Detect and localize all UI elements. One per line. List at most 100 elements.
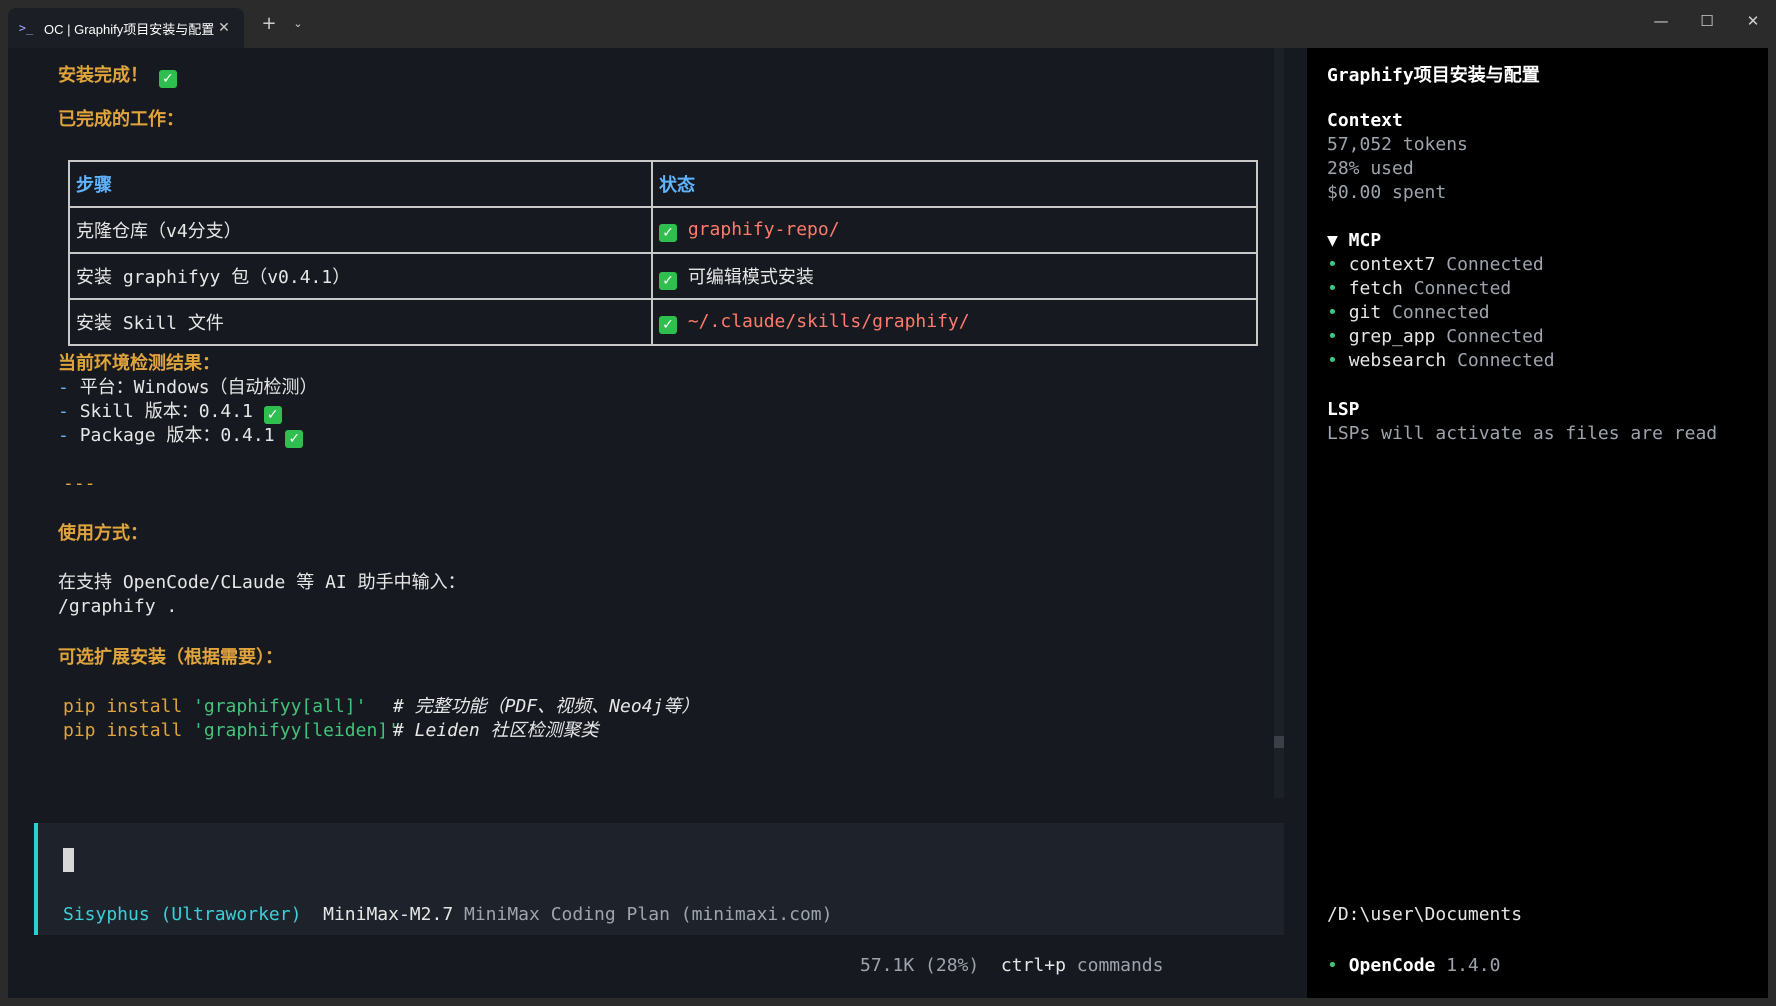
- check-icon: ✓: [285, 430, 304, 448]
- lsp-text: LSPs will activate as files are read: [1327, 423, 1718, 444]
- agent-name[interactable]: Sisyphus (Ultraworker): [63, 904, 301, 925]
- bullet-dash: -: [58, 425, 69, 446]
- check-icon: ✓: [158, 70, 177, 88]
- tab-title: OC | Graphify项目安装与配置: [44, 21, 214, 37]
- table-row: 安装 graphifyy 包（v0.4.1） ✓ 可编辑模式安装: [68, 252, 1258, 300]
- footer-status: 57.1K (28%) ctrl+p commands: [860, 953, 1163, 978]
- text-cursor: [63, 848, 74, 872]
- mcp-status: Connected: [1413, 278, 1512, 299]
- mcp-item: • websearch Connected: [1327, 348, 1555, 373]
- status-text: ~/.claude/skills/graphify/: [687, 310, 970, 332]
- shortcut-label[interactable]: commands: [1077, 955, 1164, 976]
- env-item: - 平台：Windows（自动检测）: [58, 375, 318, 400]
- pip-comment: # Leiden 社区检测聚类: [393, 720, 599, 741]
- scrollbar-thumb[interactable]: [1274, 736, 1284, 748]
- step-cell: 安装 graphifyy 包（v0.4.1）: [68, 252, 653, 300]
- bullet-dash: -: [58, 377, 69, 398]
- pip-line: pip install 'graphifyy[all]' # 完整功能（PDF、视…: [63, 694, 699, 719]
- status-text: 可编辑模式安装: [687, 266, 814, 288]
- mcp-status: Connected: [1457, 350, 1555, 371]
- maximize-button[interactable]: ☐: [1684, 4, 1730, 38]
- status-cell: ✓ graphify-repo/: [651, 206, 1258, 254]
- mcp-item: • fetch Connected: [1327, 276, 1511, 301]
- env-item-text: 平台：Windows（自动检测）: [79, 377, 318, 398]
- step-cell: 克隆仓库（v4分支）: [68, 206, 653, 254]
- tab-dropdown-icon[interactable]: ⌄: [287, 10, 309, 36]
- pip-pkg: 'graphifyy[leiden]': [193, 720, 399, 741]
- bullet-dot-icon: •: [1327, 254, 1338, 275]
- lsp-heading: LSP: [1327, 399, 1360, 420]
- app-version: 1.4.0: [1446, 955, 1501, 976]
- tab-active[interactable]: >_ OC | Graphify项目安装与配置 ✕: [8, 8, 244, 48]
- app-version-line: • OpenCode 1.4.0: [1327, 953, 1500, 978]
- table-row: 克隆仓库（v4分支） ✓ graphify-repo/: [68, 206, 1258, 254]
- mcp-status: Connected: [1446, 254, 1544, 275]
- table-row: 安装 Skill 文件 ✓ ~/.claude/skills/graphify/: [68, 298, 1258, 346]
- status-text: graphify-repo/: [687, 218, 840, 240]
- usage-command: /graphify .: [58, 596, 178, 617]
- mcp-item: • grep_app Connected: [1327, 324, 1544, 349]
- close-window-button[interactable]: ✕: [1730, 4, 1776, 38]
- context-spent: $0.00 spent: [1327, 182, 1447, 203]
- context-used: 28% used: [1327, 158, 1414, 179]
- env-item: - Package 版本：0.4.1 ✓: [58, 423, 304, 448]
- steps-table: 步骤 状态 克隆仓库（v4分支） ✓ graphify-repo/ 安装 gra…: [68, 160, 1258, 346]
- mcp-name: grep_app: [1348, 326, 1436, 347]
- context-tokens: 57,052 tokens: [1327, 134, 1468, 155]
- check-icon: ✓: [659, 315, 677, 334]
- header-status: 状态: [651, 160, 1258, 208]
- mcp-item: • context7 Connected: [1327, 252, 1544, 277]
- status-cell: ✓ ~/.claude/skills/graphify/: [651, 298, 1258, 346]
- bullet-dot-icon: •: [1327, 350, 1338, 371]
- pip-cmd: pip install: [63, 696, 194, 717]
- usage-line: 在支持 OpenCode/CLaude 等 AI 助手中输入：: [58, 572, 466, 593]
- agent-status-line: Sisyphus (Ultraworker) MiniMax-M2.7 Mini…: [63, 902, 832, 927]
- optional-heading: 可选扩展安装（根据需要）：: [58, 647, 283, 668]
- minimize-button[interactable]: —: [1638, 4, 1684, 38]
- check-icon: ✓: [659, 223, 677, 242]
- bullet-dot-icon: •: [1327, 278, 1338, 299]
- pip-line: pip install 'graphifyy[leiden]' # Leiden …: [63, 718, 599, 743]
- env-heading: 当前环境检测结果：: [58, 353, 220, 374]
- divider: ---: [63, 473, 96, 494]
- usage-stat: 57.1K (28%): [860, 955, 980, 976]
- install-done-text: 安装完成！: [58, 65, 148, 86]
- env-item-text: Skill 版本：0.4.1: [79, 401, 253, 422]
- scrollbar-track[interactable]: [1274, 48, 1284, 798]
- mcp-name: fetch: [1348, 278, 1403, 299]
- usage-heading: 使用方式：: [58, 523, 148, 544]
- env-item-text: Package 版本：0.4.1: [79, 425, 275, 446]
- mcp-name: git: [1348, 302, 1382, 323]
- chat-output: 安装完成！ ✓ 已完成的工作： 步骤 状态 克隆仓库（v4分支） ✓ graph…: [8, 48, 1284, 998]
- mcp-name: context7: [1348, 254, 1436, 275]
- app-name: OpenCode: [1348, 955, 1436, 976]
- terminal-icon: >_: [18, 21, 34, 35]
- table-header-row: 步骤 状态: [68, 160, 1258, 208]
- status-cell: ✓ 可编辑模式安装: [651, 252, 1258, 300]
- mcp-status: Connected: [1392, 302, 1490, 323]
- bullet-dash: -: [58, 401, 69, 422]
- prompt-accent-bar: [34, 823, 38, 935]
- mcp-heading[interactable]: ▼ MCP: [1327, 228, 1381, 253]
- model-name[interactable]: MiniMax-M2.7: [323, 904, 453, 925]
- step-cell: 安装 Skill 文件: [68, 298, 653, 346]
- sidebar: Graphify项目安装与配置 Context 57,052 tokens 28…: [1307, 48, 1768, 998]
- pip-comment: # 完整功能（PDF、视频、Neo4j等）: [393, 696, 700, 717]
- shortcut-key: ctrl+p: [1000, 955, 1066, 976]
- mcp-name: websearch: [1348, 350, 1447, 371]
- pip-pkg: 'graphifyy[all]': [193, 696, 367, 717]
- mcp-status: Connected: [1446, 326, 1544, 347]
- sidebar-title: Graphify项目安装与配置: [1327, 65, 1540, 86]
- new-tab-button[interactable]: +: [256, 10, 282, 36]
- bullet-dot-icon: •: [1327, 302, 1338, 323]
- bullet-dot-icon: •: [1327, 955, 1338, 976]
- header-step: 步骤: [68, 160, 653, 208]
- pip-cmd: pip install: [63, 720, 194, 741]
- completed-heading: 已完成的工作：: [58, 109, 184, 130]
- mcp-item: • git Connected: [1327, 300, 1490, 325]
- tab-close-icon[interactable]: ✕: [214, 18, 234, 38]
- terminal-area: 安装完成！ ✓ 已完成的工作： 步骤 状态 克隆仓库（v4分支） ✓ graph…: [8, 48, 1768, 998]
- working-directory: /D:\user\Documents: [1327, 904, 1523, 925]
- title-bar: >_ OC | Graphify项目安装与配置 ✕ + ⌄ — ☐ ✕: [0, 0, 1776, 48]
- env-item: - Skill 版本：0.4.1 ✓: [58, 399, 282, 424]
